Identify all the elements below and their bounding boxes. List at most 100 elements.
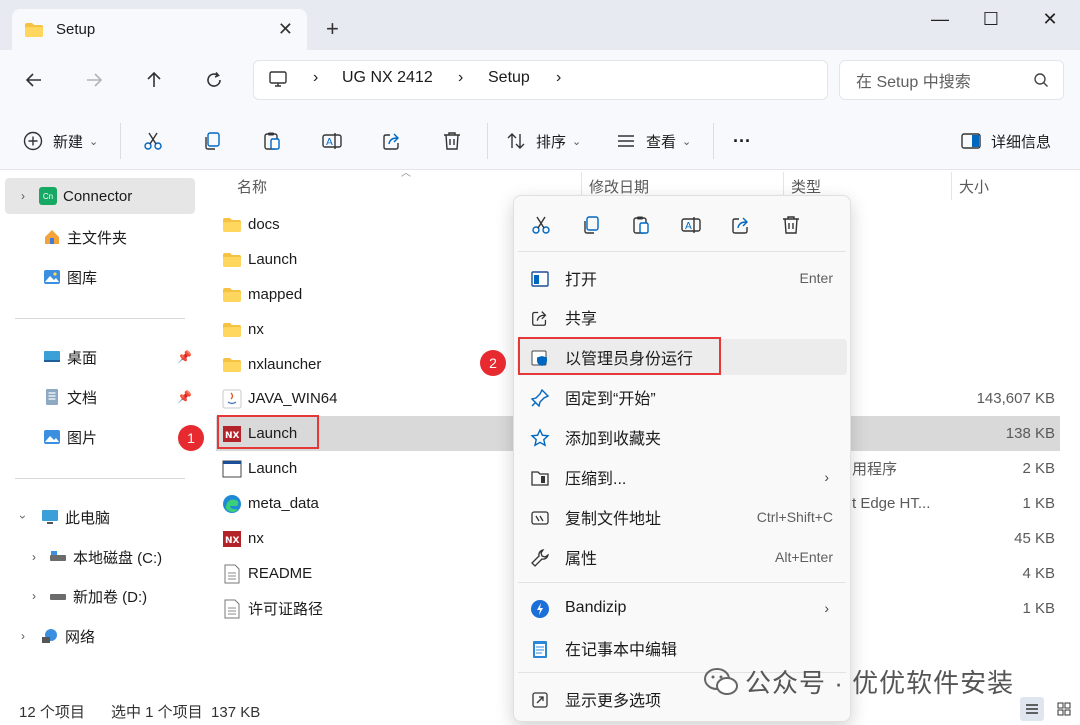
sidebar-item-label: 文档 [67,389,98,407]
share-button[interactable] [381,126,403,156]
forward-button[interactable] [76,62,112,98]
star-icon [529,427,551,449]
new-tab-button[interactable]: + [326,16,339,42]
text-file-icon [222,599,242,619]
file-size: 45 KB [1014,530,1055,547]
search-input[interactable]: 在 Setup 中搜索 [839,60,1064,100]
menu-item-label: 复制文件地址 [565,511,662,528]
svg-text:A: A [326,137,333,148]
folder-icon [222,320,242,340]
share-icon [529,307,551,329]
delete-button[interactable] [441,126,463,156]
refresh-button[interactable] [196,62,232,98]
svg-text:NX: NX [225,536,240,546]
ctx-copy-button[interactable] [578,212,604,238]
chevron-right-icon[interactable]: › [16,189,30,203]
sidebar-divider [15,318,185,319]
rename-button[interactable]: A [321,126,343,156]
sidebar-item-this-pc[interactable]: › 此电脑 [0,499,196,535]
ctx-rename-button[interactable]: A [678,212,704,238]
menu-item-edit-notepad[interactable]: 在记事本中编辑 [517,630,847,666]
sort-label: 排序 [536,133,567,151]
sidebar-item-pictures[interactable]: 图片 📌 [0,419,196,455]
connector-icon: Cn [39,187,57,205]
file-name: nx [248,530,264,547]
menu-item-copy-path[interactable]: 复制文件地址 Ctrl+Shift+C [517,499,847,535]
minimize-button[interactable]: — [920,6,960,32]
chevron-down-icon: ⌄ [682,135,692,148]
paste-button[interactable] [261,126,283,156]
menu-item-compress[interactable]: 压缩到... › [517,459,847,495]
breadcrumb-ug-nx[interactable]: UG NX 2412 [342,69,433,87]
folder-icon [222,355,242,375]
copy-icon [205,132,220,150]
breadcrumb-chevron-icon[interactable]: › [556,69,561,87]
java-icon [222,389,242,409]
tab-close-icon[interactable]: ✕ [278,19,293,40]
breadcrumb-chevron-icon[interactable]: › [313,69,318,87]
bandizip-icon [529,598,551,620]
file-name: nx [248,321,264,338]
column-header-name[interactable]: 名称 [237,172,267,200]
home-icon [43,228,61,246]
details-view-button[interactable] [1020,697,1044,721]
cut-button[interactable] [142,126,164,156]
tab-setup[interactable]: Setup ✕ [12,9,307,50]
sidebar-item-home[interactable]: 主文件夹 [0,219,196,255]
sidebar-item-desktop[interactable]: 桌面 📌 [0,339,196,375]
chevron-right-icon[interactable]: › [27,589,41,603]
breadcrumb-chevron-icon[interactable]: › [458,69,463,87]
new-button[interactable]: 新建 ⌄ [22,126,98,156]
ctx-share-button[interactable] [728,212,754,238]
menu-item-pin-to-start[interactable]: 固定到“开始” [517,379,847,415]
back-button[interactable] [16,62,52,98]
menu-shortcut: Enter [799,270,833,286]
more-button[interactable]: ··· [733,126,751,156]
menu-item-add-favorites[interactable]: 添加到收藏夹 [517,419,847,455]
close-button[interactable]: ✕ [1030,6,1070,32]
file-size: 1 KB [1022,495,1055,512]
view-label: 查看 [646,133,677,151]
menu-item-bandizip[interactable]: Bandizip › [517,590,847,626]
this-pc-icon[interactable] [268,69,288,93]
ctx-cut-button[interactable] [528,212,554,238]
menu-item-share[interactable]: 共享 [517,299,847,335]
drive-icon [49,587,67,605]
copy-button[interactable] [201,126,223,156]
sidebar-item-gallery[interactable]: 图库 [0,259,196,295]
breadcrumb-setup[interactable]: Setup [488,69,530,87]
pin-icon[interactable]: 📌 [177,390,192,404]
sidebar-item-drive-c[interactable]: › 本地磁盘 (C:) [0,539,196,575]
chevron-down-icon[interactable]: › [16,510,30,524]
folder-icon [25,22,43,37]
file-name: nxlauncher [248,356,322,373]
sidebar-item-drive-d[interactable]: › 新加卷 (D:) [0,578,196,614]
pin-icon[interactable]: 📌 [177,350,192,364]
clipboard-icon [633,216,649,234]
sort-button[interactable]: 排序 ⌄ [506,126,581,156]
up-button[interactable] [136,62,172,98]
column-divider[interactable] [951,172,952,200]
ctx-delete-button[interactable] [778,212,804,238]
sidebar-item-network[interactable]: › 网络 [0,618,196,654]
menu-item-properties[interactable]: 属性 Alt+Enter [517,539,847,575]
view-button[interactable]: 查看 ⌄ [616,126,691,156]
pictures-icon [43,428,61,446]
sidebar-item-connector[interactable]: › Cn Connector [5,178,195,214]
menu-item-label: 打开 [565,272,598,289]
highlight-box-run-as-admin [518,337,721,375]
copy-icon [584,216,599,234]
menu-item-label: 添加到收藏夹 [565,431,662,448]
maximize-button[interactable]: ☐ [971,6,1011,32]
address-bar[interactable] [253,60,828,100]
chevron-right-icon[interactable]: › [16,629,30,643]
menu-divider [518,251,846,252]
sidebar-item-documents[interactable]: 文档 📌 [0,379,196,415]
folder-icon [222,285,242,305]
tiles-view-button[interactable] [1052,697,1076,721]
details-pane-button[interactable]: 详细信息 [960,126,1051,156]
menu-item-open[interactable]: 打开 Enter [517,260,847,296]
column-header-size[interactable]: 大小 [959,172,989,200]
ctx-paste-button[interactable] [628,212,654,238]
chevron-right-icon[interactable]: › [27,550,41,564]
